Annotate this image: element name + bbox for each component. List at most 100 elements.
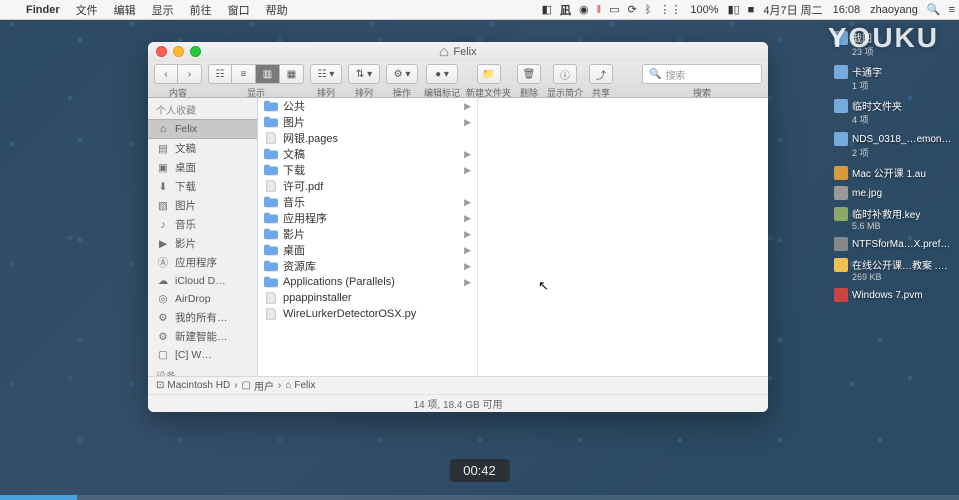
menu-help[interactable]: 帮助 xyxy=(258,2,296,18)
list-item[interactable]: 许可.pdf xyxy=(258,178,477,194)
music-icon: ♪ xyxy=(156,218,170,232)
desktop-item[interactable]: 临时补救用.key5.6 MB xyxy=(834,206,949,231)
list-item[interactable]: 影片▶ xyxy=(258,226,477,242)
status-generic-icon[interactable]: ◧ xyxy=(538,3,556,16)
sidebar-item-home[interactable]: ⌂Felix xyxy=(148,119,257,139)
spotlight-icon[interactable]: 🔍 xyxy=(923,3,945,16)
app-icon: Ⓐ xyxy=(156,256,170,270)
disclosure-arrow-icon: ▶ xyxy=(464,245,471,256)
path-bar[interactable]: ⊡Macintosh HD›▢用户›⌂Felix xyxy=(148,376,768,394)
battery-percent[interactable]: 100% xyxy=(685,4,723,16)
sidebar-item-doc[interactable]: ▤文稿 xyxy=(148,139,257,158)
list-item[interactable]: 资源库▶ xyxy=(258,258,477,274)
desktop-item[interactable]: me.jpg xyxy=(834,186,949,200)
desktop-item-icon xyxy=(834,237,848,251)
eye-status-icon[interactable]: ◉ xyxy=(575,3,593,16)
list-item[interactable]: ppappinstaller xyxy=(258,290,477,306)
menu-view[interactable]: 显示 xyxy=(144,2,182,18)
view-icon-button[interactable]: ☷ xyxy=(208,64,232,84)
forward-button[interactable]: › xyxy=(178,64,202,84)
menu-window[interactable]: 窗口 xyxy=(220,2,258,18)
item-name: 下载 xyxy=(283,162,459,178)
path-segment[interactable]: ⊡Macintosh HD xyxy=(156,380,230,391)
new-folder-button[interactable]: 📁 xyxy=(477,64,501,84)
desktop-item[interactable]: 临时文件夹4 项 xyxy=(834,98,949,126)
desktop-item-icon xyxy=(834,166,848,180)
wifi-status-icon[interactable]: ⋮⋮ xyxy=(655,3,685,16)
list-item[interactable]: 应用程序▶ xyxy=(258,210,477,226)
bluetooth-status-icon[interactable]: ᛒ xyxy=(641,4,656,16)
list-item[interactable]: 下载▶ xyxy=(258,162,477,178)
menubar-user[interactable]: zhaoyang xyxy=(865,4,923,16)
list-item[interactable]: 图片▶ xyxy=(258,114,477,130)
pause-status-icon[interactable]: ‖ xyxy=(593,4,606,16)
zoom-button[interactable] xyxy=(190,46,201,57)
sidebar-item-music[interactable]: ♪音乐 xyxy=(148,215,257,234)
arrange-button[interactable]: ☷ ▾ xyxy=(310,64,342,84)
item-name: 公共 xyxy=(283,98,459,114)
sidebar-item-airdrop[interactable]: ◎AirDrop xyxy=(148,290,257,308)
tags-button[interactable]: ● ▾ xyxy=(426,64,458,84)
desktop-item[interactable]: 在线公开课…教案 .pages269 KB xyxy=(834,257,949,282)
list-item[interactable]: 桌面▶ xyxy=(258,242,477,258)
youku-watermark: YOUKU xyxy=(828,22,939,54)
close-button[interactable] xyxy=(156,46,167,57)
list-item[interactable]: WireLurkerDetectorOSX.py xyxy=(258,306,477,322)
sidebar-devices-header: 设备 xyxy=(148,364,257,376)
delete-button[interactable]: 🗑 xyxy=(517,64,541,84)
menubar-time[interactable]: 16:08 xyxy=(828,4,866,16)
notification-center-icon[interactable]: ≡ xyxy=(945,4,959,16)
app-menu[interactable]: Finder xyxy=(18,4,68,16)
list-item[interactable]: Applications (Parallels)▶ xyxy=(258,274,477,290)
menu-edit[interactable]: 编辑 xyxy=(106,2,144,18)
window-titlebar[interactable]: Felix xyxy=(148,42,768,62)
desktop-item[interactable]: Mac 公开课 1.au xyxy=(834,165,949,180)
back-button[interactable]: ‹ xyxy=(154,64,178,84)
status-bar: 14 项, 18.4 GB 可用 xyxy=(148,394,768,412)
sidebar-item-label: 文稿 xyxy=(175,141,196,156)
sidebar-item-cloud[interactable]: ☁iCloud D… xyxy=(148,272,257,290)
display-status-icon[interactable]: ▭ xyxy=(605,3,623,16)
sidebar-item-image[interactable]: ▧图片 xyxy=(148,196,257,215)
list-item[interactable]: 文稿▶ xyxy=(258,146,477,162)
menubar-date[interactable]: 4月7日 周二 xyxy=(758,2,827,18)
sidebar-item-download[interactable]: ⬇下载 xyxy=(148,177,257,196)
desktop-item-sub: 1 项 xyxy=(834,79,869,92)
sync-status-icon[interactable]: ⟳ xyxy=(624,3,641,16)
info-button[interactable]: ⓘ xyxy=(553,64,577,84)
list-item[interactable]: 网银.pages xyxy=(258,130,477,146)
action-button[interactable]: ⚙ ▾ xyxy=(386,64,418,84)
search-input[interactable]: 🔍 搜索 xyxy=(642,64,762,84)
folder-icon: ▢ xyxy=(156,348,170,362)
path-segment[interactable]: ⌂Felix xyxy=(285,380,315,391)
sort-button[interactable]: ⇅ ▾ xyxy=(348,64,380,84)
desktop-item[interactable]: NTFSforMa…X.prefPane xyxy=(834,237,949,251)
view-list-button[interactable]: ≡ xyxy=(232,64,256,84)
desktop-icon: ▣ xyxy=(156,161,170,175)
list-item[interactable]: 公共▶ xyxy=(258,98,477,114)
sidebar-item-label: 新建智能… xyxy=(175,329,228,344)
adobe-status-icon[interactable]: 凪 xyxy=(556,2,575,18)
view-cover-button[interactable]: ▦ xyxy=(280,64,304,84)
menu-file[interactable]: 文件 xyxy=(68,2,106,18)
list-item[interactable]: 音乐▶ xyxy=(258,194,477,210)
minimize-button[interactable] xyxy=(173,46,184,57)
sidebar-item-movie[interactable]: ▶影片 xyxy=(148,234,257,253)
menu-go[interactable]: 前往 xyxy=(182,2,220,18)
desktop-item[interactable]: Windows 7.pvm xyxy=(834,288,949,302)
input-source-icon[interactable]: ■ xyxy=(744,4,759,16)
sidebar-item-smart[interactable]: ⚙我的所有… xyxy=(148,308,257,327)
disclosure-arrow-icon: ▶ xyxy=(464,277,471,288)
video-progress-bar[interactable] xyxy=(0,495,959,500)
sidebar-item-desktop[interactable]: ▣桌面 xyxy=(148,158,257,177)
desktop-item[interactable]: NDS_0318_…emonsp_v12 项 xyxy=(834,132,949,159)
item-name: ppappinstaller xyxy=(283,292,471,304)
share-button[interactable]: ⤴ xyxy=(589,64,613,84)
battery-icon[interactable]: ▮▯ xyxy=(724,3,744,16)
sidebar-item-app[interactable]: Ⓐ应用程序 xyxy=(148,253,257,272)
view-column-button[interactable]: ▥ xyxy=(256,64,280,84)
sidebar-item-smart2[interactable]: ⚙新建智能… xyxy=(148,327,257,346)
desktop-item[interactable]: 卡通字1 项 xyxy=(834,64,949,92)
sidebar-item-folder[interactable]: ▢[C] W… xyxy=(148,346,257,364)
path-segment[interactable]: ▢用户 xyxy=(242,378,274,393)
